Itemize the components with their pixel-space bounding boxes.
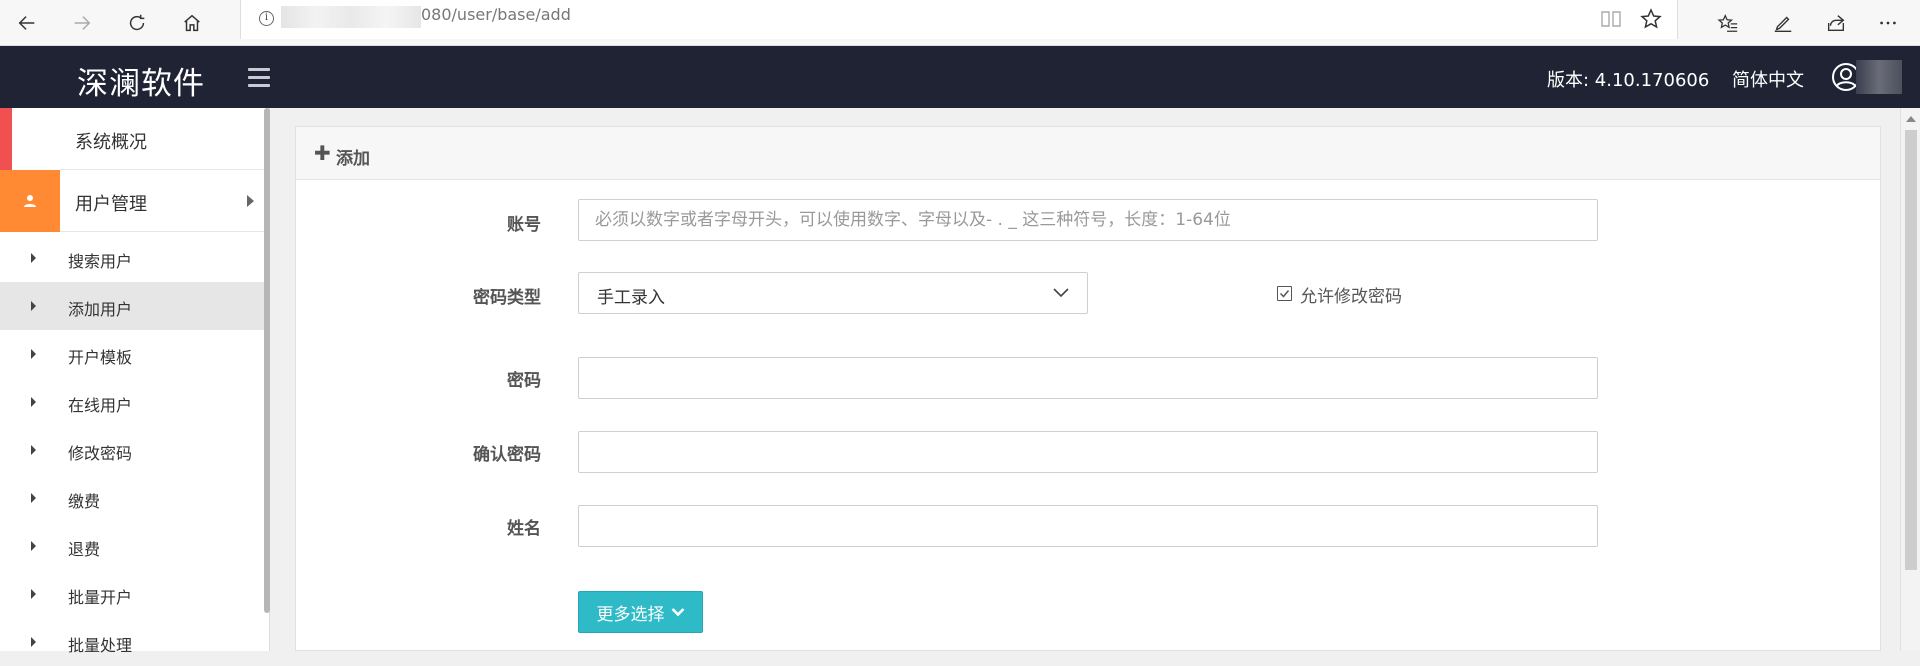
sidebar-subitem-label: 在线用户: [68, 396, 133, 415]
sidebar-subitem-label: 开户模板: [68, 348, 133, 367]
home-button[interactable]: [173, 4, 211, 42]
password-label: 密码: [507, 371, 541, 391]
info-icon[interactable]: i: [259, 11, 274, 26]
sidebar-subitem-batch-open[interactable]: 批量开户: [0, 570, 265, 618]
password-input[interactable]: [578, 357, 1598, 399]
ellipsis-icon: [1880, 21, 1896, 25]
sidebar-subitem-label: 批量处理: [68, 636, 133, 655]
pen-icon: [1774, 16, 1792, 32]
caret-right-icon: [247, 195, 254, 207]
chevron-down-icon: [1053, 288, 1069, 298]
sidebar-subitem-online-users[interactable]: 在线用户: [0, 378, 265, 426]
sidebar-subitem-batch-process[interactable]: 批量处理: [0, 618, 265, 666]
app-header: 深澜软件 版本: 4.10.170606 简体中文: [0, 46, 1920, 108]
forward-button[interactable]: [63, 4, 101, 42]
panel-header: ✚ 添加: [296, 127, 1880, 180]
sidebar-item-label: 用户管理: [75, 194, 147, 215]
name-input[interactable]: [578, 505, 1598, 547]
page-scrollbar[interactable]: [1900, 108, 1920, 651]
user-icon: [24, 195, 36, 207]
plus-icon: ✚: [314, 141, 331, 165]
triangle-right-icon: [31, 301, 36, 311]
confirm-password-label: 确认密码: [473, 445, 541, 465]
checkmark-icon: [1279, 290, 1290, 298]
refresh-button[interactable]: [118, 4, 156, 42]
forward-arrow-icon: [74, 16, 91, 30]
triangle-right-icon: [31, 493, 36, 503]
menu-toggle-icon[interactable]: [248, 68, 272, 88]
share-icon: [1827, 15, 1845, 32]
sidebar-item-overview[interactable]: 系统概况: [0, 108, 270, 170]
home-icon: [184, 14, 200, 32]
app-logo[interactable]: 深澜软件: [77, 58, 205, 103]
password-type-select[interactable]: 手工录入: [578, 272, 1088, 314]
confirm-password-input[interactable]: [578, 431, 1598, 473]
refresh-icon: [129, 14, 145, 31]
sidebar-item-user-management[interactable]: 用户管理: [0, 170, 270, 232]
sidebar-subitem-label: 缴费: [68, 492, 101, 511]
sidebar-item-label: 系统概况: [75, 132, 147, 153]
sidebar-subitem-refund[interactable]: 退费: [0, 522, 265, 570]
favorite-star-icon[interactable]: [1639, 7, 1663, 31]
password-type-label: 密码类型: [473, 288, 541, 308]
reading-view-icon[interactable]: [1599, 7, 1623, 31]
sidebar-subitem-label: 添加用户: [68, 300, 133, 319]
more-options-button[interactable]: [1869, 4, 1907, 42]
scrollbar-thumb[interactable]: [1905, 130, 1917, 570]
triangle-right-icon: [31, 253, 36, 263]
sidebar-scrollbar[interactable]: [264, 108, 270, 613]
triangle-right-icon: [31, 397, 36, 407]
allow-change-password-label[interactable]: 允许修改密码: [1300, 282, 1402, 307]
notes-button[interactable]: [1764, 4, 1802, 42]
user-management-badge: [0, 170, 60, 232]
sidebar-subitem-label: 批量开户: [68, 588, 133, 607]
sidebar-subitem-payment[interactable]: 缴费: [0, 474, 265, 522]
share-button[interactable]: [1817, 4, 1855, 42]
sidebar-subitem-label: 搜索用户: [68, 252, 133, 271]
sidebar-subitem-label: 退费: [68, 540, 101, 559]
triangle-right-icon: [31, 541, 36, 551]
sidebar-subitem-change-password[interactable]: 修改密码: [0, 426, 265, 474]
triangle-right-icon: [31, 349, 36, 359]
name-label: 姓名: [507, 519, 541, 539]
allow-change-password-checkbox[interactable]: [1277, 286, 1292, 301]
browser-toolbar: i 080/user/base/add: [0, 0, 1920, 46]
back-arrow-icon: [18, 16, 35, 30]
more-options-toggle-button[interactable]: 更多选择: [578, 591, 703, 633]
redacted-host: [281, 6, 421, 28]
favorites-hub-button[interactable]: [1709, 4, 1747, 42]
panel-title: 添加: [336, 149, 370, 169]
more-options-label: 更多选择: [596, 604, 665, 625]
language-switch[interactable]: 简体中文: [1732, 66, 1804, 92]
sidebar-subitem-add-user[interactable]: 添加用户: [0, 282, 265, 330]
overview-badge: [0, 108, 60, 170]
triangle-right-icon: [31, 589, 36, 599]
scroll-up-icon[interactable]: [1906, 116, 1916, 122]
sidebar-subitem-account-template[interactable]: 开户模板: [0, 330, 265, 378]
address-bar[interactable]: i 080/user/base/add: [240, 0, 1678, 39]
address-url: 080/user/base/add: [421, 5, 571, 24]
sidebar: 系统概况 用户管理 搜索用户 添加用户 开户模板 在线用户 修改密码 缴费 退费…: [0, 108, 270, 655]
redacted-username: [1856, 60, 1902, 94]
triangle-right-icon: [31, 637, 36, 647]
chevron-down-icon: [671, 608, 684, 617]
password-type-value: 手工录入: [597, 288, 665, 308]
sidebar-subitem-label: 修改密码: [68, 444, 133, 463]
back-button[interactable]: [8, 4, 46, 42]
triangle-right-icon: [31, 445, 36, 455]
account-label: 账号: [507, 215, 541, 235]
account-input[interactable]: [578, 199, 1598, 241]
version-label: 版本: 4.10.170606: [1547, 70, 1710, 91]
add-user-panel: ✚ 添加 账号 密码类型 手工录入 允许修改密码 密码 确认密码 姓名 更多选择: [295, 126, 1881, 651]
favorites-list-icon: [1717, 14, 1738, 32]
sidebar-subitem-search-user[interactable]: 搜索用户: [0, 234, 265, 282]
